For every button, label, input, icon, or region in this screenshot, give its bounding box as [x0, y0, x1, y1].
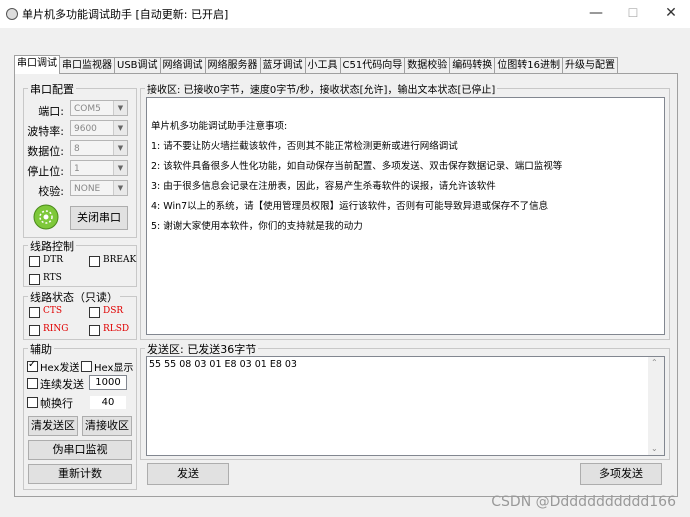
- tab-upgrade-config[interactable]: 升级与配置: [561, 57, 618, 74]
- chevron-down-icon: ▼: [113, 181, 127, 195]
- baud-value: 9600: [74, 124, 97, 134]
- break-label: BREAK: [103, 255, 137, 265]
- parity-value: NONE: [74, 184, 101, 194]
- rlsd-checkbox: [89, 325, 100, 336]
- tab-serial-monitor[interactable]: 串口监视器: [59, 57, 115, 74]
- send-scrollbar[interactable]: ⌃ ⌄: [648, 357, 664, 455]
- close-button[interactable]: ✕: [656, 2, 686, 24]
- tab-c51-wizard[interactable]: C51代码向导: [339, 57, 406, 74]
- chevron-down-icon: ▼: [113, 121, 127, 135]
- frame-value-input[interactable]: 40: [89, 395, 127, 410]
- tab-strip: 串口调试 串口监视器 USB调试 网络调试 网络服务器 蓝牙调试 小工具 C51…: [14, 55, 618, 74]
- databits-label: 数据位:: [27, 145, 64, 158]
- notes-line: 2: 该软件具备很多人性化功能，如自动保存当前配置、多项发送、双击保存数据记录、…: [151, 161, 563, 172]
- continuous-send-label: 连续发送: [40, 378, 84, 391]
- continuous-send-checkbox[interactable]: [27, 378, 38, 389]
- databits-select[interactable]: 8 ▼: [70, 140, 128, 156]
- title-bar: 单片机多功能调试助手 [自动更新: 已开启] — ☐ ✕: [0, 0, 690, 28]
- send-content: 55 55 08 03 01 E8 03 01 E8 03: [149, 359, 297, 370]
- watermark: CSDN @Ddddddddddd166: [491, 494, 676, 510]
- recount-button[interactable]: 重新计数: [28, 464, 132, 484]
- chevron-down-icon: ▼: [113, 141, 127, 155]
- tab-serial-debug[interactable]: 串口调试: [14, 55, 60, 74]
- notes-list: 单片机多功能调试助手注意事项: 1: 请不要让防火墙拦截该软件，否则其不能正常检…: [151, 118, 562, 238]
- rts-label: RTS: [43, 273, 62, 283]
- clear-send-button[interactable]: 清发送区: [28, 416, 78, 436]
- dtr-label: DTR: [43, 255, 63, 265]
- stopbits-value: 1: [74, 164, 80, 174]
- port-status-icon[interactable]: [33, 204, 59, 230]
- notes-line: 3: 由于很多信息会记录在注册表，因此，容易产生杀毒软件的误报，请允许该软件: [151, 181, 496, 192]
- port-select[interactable]: COM5 ▼: [70, 100, 128, 116]
- clear-recv-button[interactable]: 清接收区: [82, 416, 132, 436]
- tab-encoding-convert[interactable]: 编码转换: [449, 57, 496, 74]
- rts-checkbox[interactable]: [29, 274, 40, 285]
- tab-data-checksum[interactable]: 数据校验: [404, 57, 451, 74]
- window-title: 单片机多功能调试助手 [自动更新: 已开启]: [22, 8, 229, 21]
- serial-config-title: 串口配置: [28, 81, 76, 97]
- receive-status-title: 接收区: 已接收0字节，速度0字节/秒，接收状态[允许]，输出文本状态[已停止]: [145, 81, 498, 96]
- send-status-title: 发送区: 已发送36字节: [145, 341, 259, 357]
- port-value: COM5: [74, 104, 101, 114]
- port-label: 端口:: [38, 105, 64, 118]
- frame-newline-label: 帧换行: [40, 397, 73, 410]
- parity-label: 校验:: [38, 185, 64, 198]
- hex-send-checkbox[interactable]: [27, 359, 38, 372]
- parity-select[interactable]: NONE ▼: [70, 180, 128, 196]
- tab-usb-debug[interactable]: USB调试: [114, 57, 161, 74]
- rlsd-label: RLSD: [103, 324, 130, 334]
- chevron-down-icon: ▼: [113, 161, 127, 175]
- tab-bluetooth-debug[interactable]: 蓝牙调试: [259, 57, 306, 74]
- close-port-button[interactable]: 关闭串口: [70, 206, 128, 230]
- databits-value: 8: [74, 144, 80, 154]
- notes-line: 1: 请不要让防火墙拦截该软件，否则其不能正常检测更新或进行网络调试: [151, 141, 458, 152]
- pseudo-monitor-button[interactable]: 伪串口监视: [28, 440, 132, 460]
- notes-line: 5: 谢谢大家使用本软件，你们的支持就是我的动力: [151, 221, 363, 232]
- chevron-up-icon[interactable]: ⌃: [651, 358, 658, 367]
- cts-label: CTS: [43, 306, 63, 316]
- receive-textarea[interactable]: 单片机多功能调试助手注意事项: 1: 请不要让防火墙拦截该软件，否则其不能正常检…: [146, 97, 665, 335]
- hex-send-label: Hex发送: [40, 363, 80, 374]
- baud-select[interactable]: 9600 ▼: [70, 120, 128, 136]
- frame-newline-checkbox[interactable]: [27, 397, 38, 408]
- app-icon: [6, 8, 18, 20]
- tab-tools[interactable]: 小工具: [304, 57, 341, 74]
- maximize-button[interactable]: ☐: [618, 2, 648, 24]
- ring-checkbox: [29, 325, 40, 336]
- dtr-checkbox[interactable]: [29, 256, 40, 267]
- send-interval-input[interactable]: 1000: [89, 375, 127, 390]
- chevron-down-icon: ▼: [113, 101, 127, 115]
- baud-label: 波特率:: [27, 125, 64, 138]
- stopbits-label: 停止位:: [27, 165, 64, 178]
- tab-bitmap-to-hex[interactable]: 位图转16进制: [494, 57, 563, 74]
- chevron-down-icon[interactable]: ⌄: [651, 444, 658, 453]
- tab-network-debug[interactable]: 网络调试: [159, 57, 206, 74]
- tab-network-server[interactable]: 网络服务器: [204, 57, 261, 74]
- line-status-title: 线路状态（只读）: [28, 289, 120, 305]
- ring-label: RING: [43, 324, 69, 334]
- notes-line: 单片机多功能调试助手注意事项:: [151, 121, 288, 132]
- hex-show-checkbox[interactable]: [81, 361, 92, 372]
- stopbits-select[interactable]: 1 ▼: [70, 160, 128, 176]
- notes-line: 4: Win7以上的系统，请【使用管理员权限】运行该软件，否则有可能导致异退或保…: [151, 201, 549, 212]
- hex-show-label: Hex显示: [94, 363, 134, 374]
- minimize-button[interactable]: —: [581, 2, 611, 24]
- app-window: 单片机多功能调试助手 [自动更新: 已开启] — ☐ ✕ 串口调试 串口监视器 …: [0, 0, 690, 517]
- break-checkbox[interactable]: [89, 256, 100, 267]
- multi-send-button[interactable]: 多项发送: [580, 463, 662, 485]
- dsr-checkbox: [89, 307, 100, 318]
- dsr-label: DSR: [103, 306, 124, 316]
- cts-checkbox: [29, 307, 40, 318]
- send-textarea[interactable]: 55 55 08 03 01 E8 03 01 E8 03 ⌃ ⌄: [146, 356, 665, 456]
- send-button[interactable]: 发送: [147, 463, 229, 485]
- line-control-title: 线路控制: [28, 238, 76, 254]
- line-control-group: 线路控制: [23, 238, 137, 287]
- aux-title: 辅助: [28, 341, 54, 357]
